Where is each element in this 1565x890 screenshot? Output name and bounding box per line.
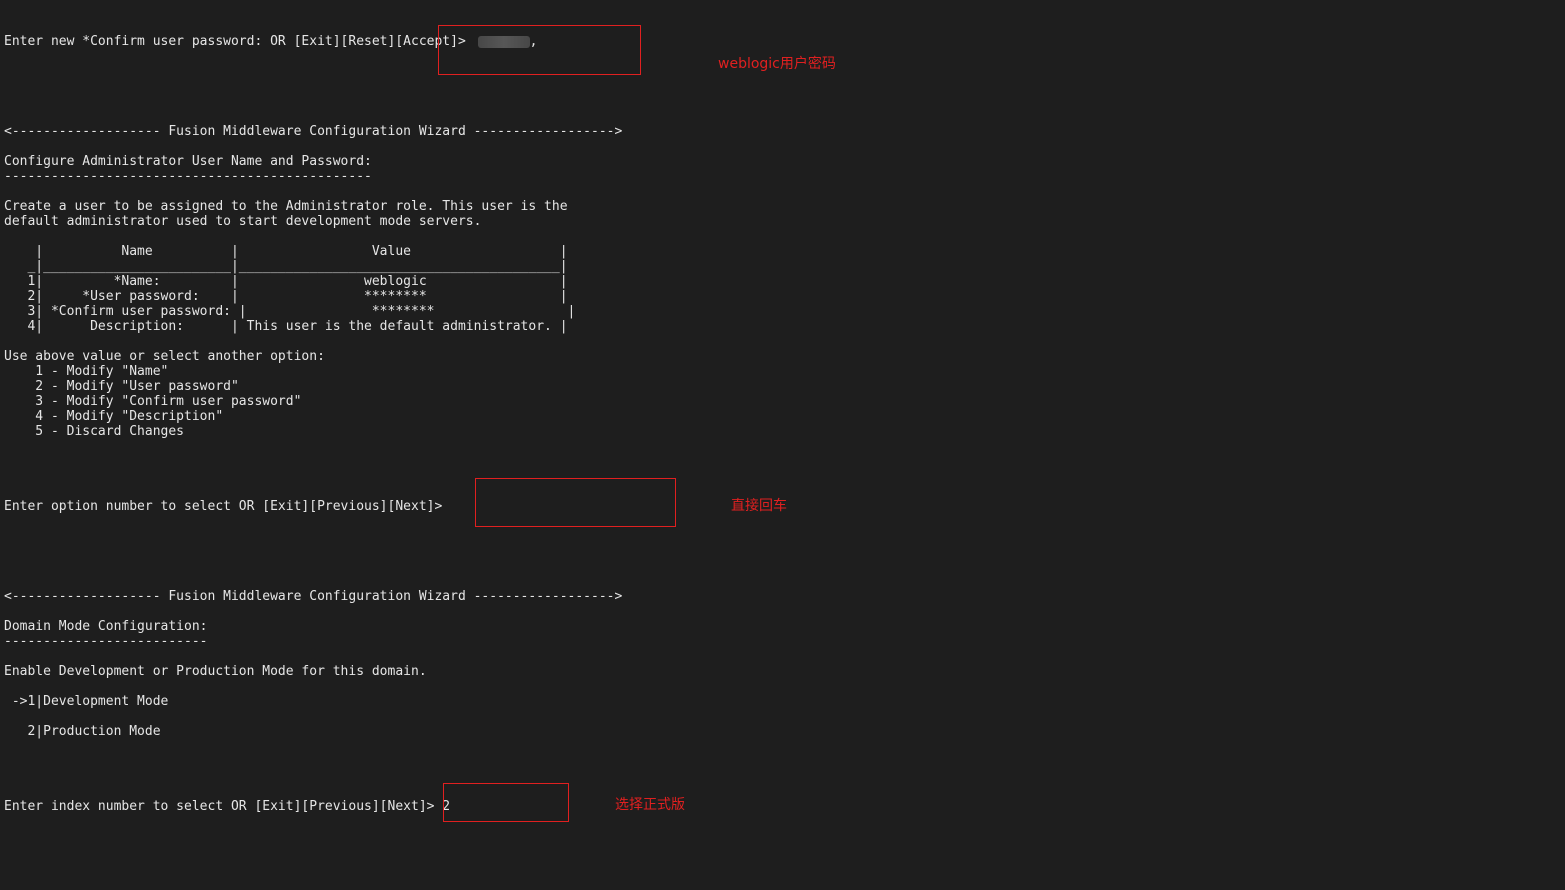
mode-option-development: ->1|Development Mode (4, 694, 169, 709)
highlight-box-password (438, 25, 641, 75)
option-prompt[interactable]: Enter option number to select OR [Exit][… (4, 499, 442, 514)
table-row: 1| *Name: | weblogic | (4, 274, 568, 289)
table-row: 3| *Confirm user password: | ******** | (4, 304, 576, 319)
table-separator: _|________________________|_____________… (4, 259, 568, 274)
description-line: Create a user to be assigned to the Admi… (4, 199, 568, 214)
table-row: 2| *User password: | ******** | (4, 289, 568, 304)
section-underline: -------------------------- (4, 634, 208, 649)
mode-option-production: 2|Production Mode (4, 724, 161, 739)
table-header: | Name | Value | (4, 244, 568, 259)
option-item: 5 - Discard Changes (4, 424, 185, 439)
domain-description: Enable Development or Production Mode fo… (4, 664, 427, 679)
options-intro: Use above value or select another option… (4, 349, 325, 364)
option-item: 1 - Modify "Name" (4, 364, 169, 379)
wizard-header: <------------------- Fusion Middleware C… (4, 589, 623, 604)
section-title-domain: Domain Mode Configuration: (4, 619, 208, 634)
highlight-box-enter (475, 478, 676, 527)
option-item: 2 - Modify "User password" (4, 379, 239, 394)
section-title-admin: Configure Administrator User Name and Pa… (4, 154, 372, 169)
option-item: 3 - Modify "Confirm user password" (4, 394, 302, 409)
highlight-box-production (443, 783, 569, 822)
option-item: 4 - Modify "Description" (4, 409, 224, 424)
table-row: 4| Description: | This user is the defau… (4, 319, 568, 334)
annotation-enter: 直接回车 (731, 498, 787, 514)
annotation-password: weblogic用户密码 (718, 56, 836, 72)
annotation-production: 选择正式版 (615, 797, 685, 813)
section-underline: ----------------------------------------… (4, 169, 372, 184)
index-prompt[interactable]: Enter index number to select OR [Exit][P… (4, 799, 450, 814)
wizard-header: <------------------- Fusion Middleware C… (4, 124, 623, 139)
description-line: default administrator used to start deve… (4, 214, 482, 229)
